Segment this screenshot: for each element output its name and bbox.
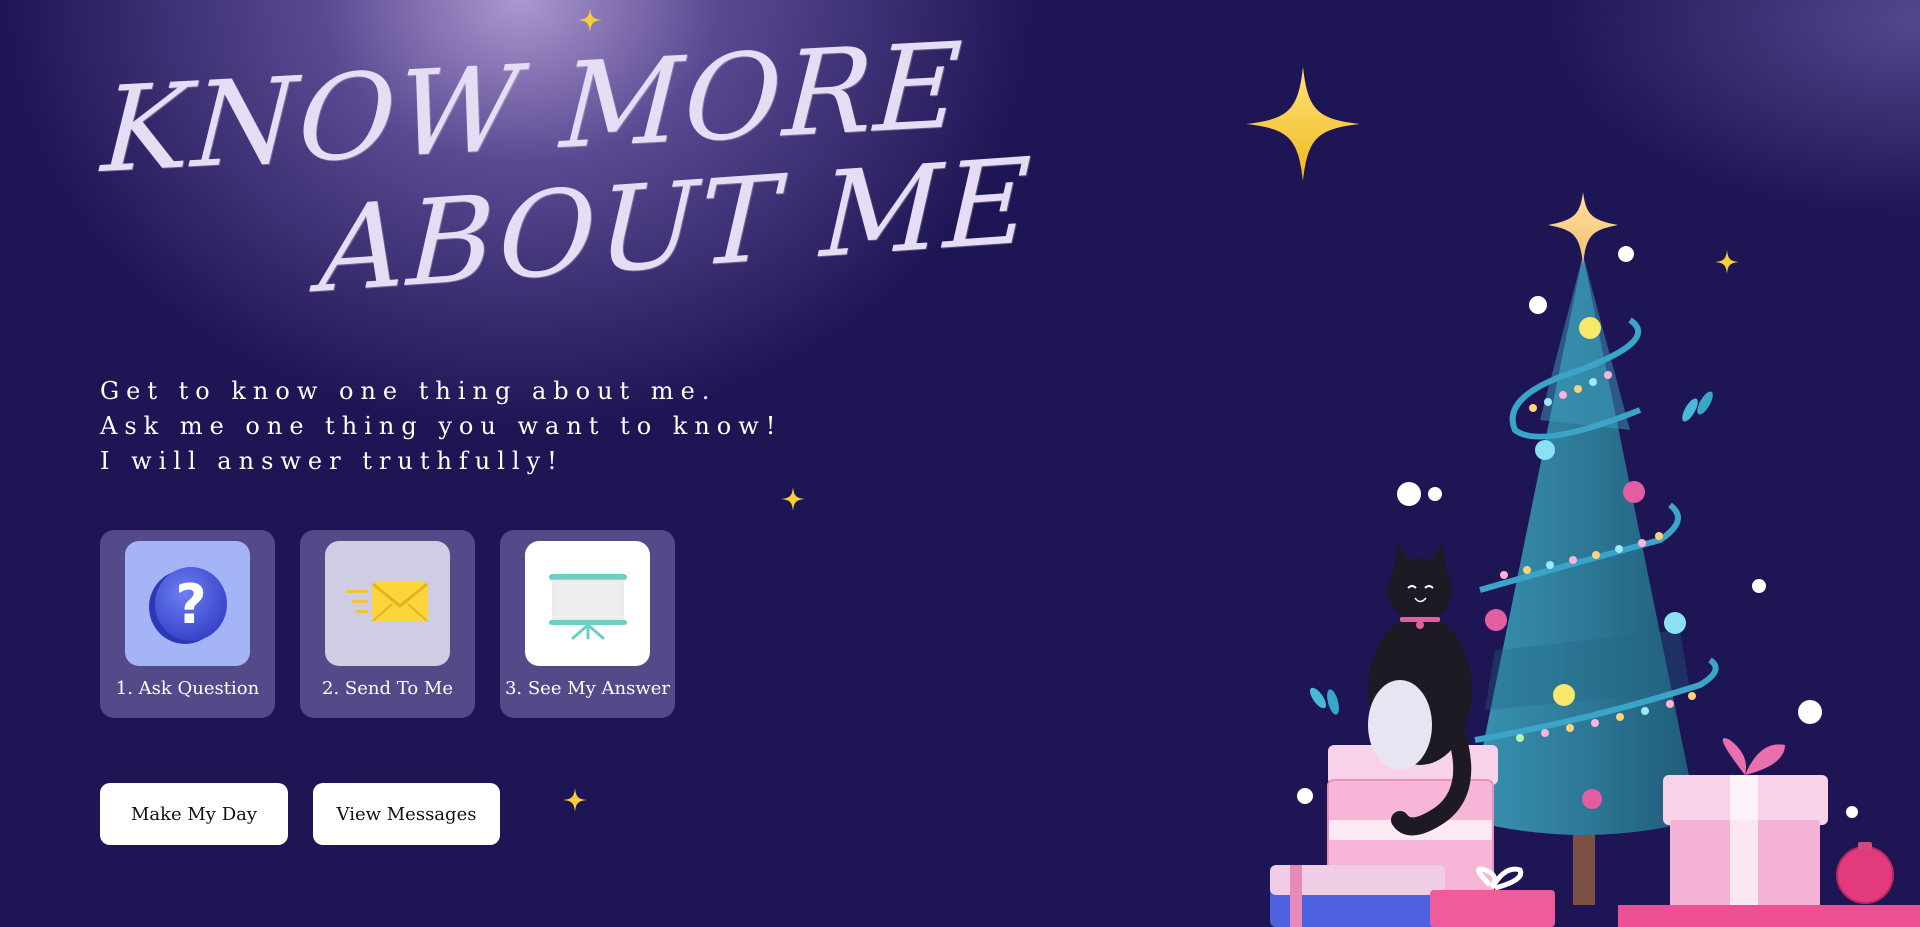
intro-line: Ask me one thing you want to know! xyxy=(100,412,783,440)
svg-text:?: ? xyxy=(175,573,206,636)
step-label: 1. Ask Question xyxy=(115,678,260,699)
step-send-to-me[interactable]: 2. Send To Me xyxy=(300,530,475,718)
step-see-my-answer[interactable]: 3. See My Answer xyxy=(500,530,675,718)
intro-line: Get to know one thing about me. xyxy=(100,377,717,405)
envelope-icon xyxy=(325,541,450,666)
sparkle-icon xyxy=(578,8,602,32)
steps-row: ? 1. Ask Question 2. Send To Me 3. See M… xyxy=(100,530,675,718)
sparkle-icon xyxy=(781,487,805,511)
sparkle-icon xyxy=(563,788,587,812)
big-star-icon xyxy=(1246,67,1360,181)
question-mark-icon: ? xyxy=(125,541,250,666)
presentation-board-icon xyxy=(525,541,650,666)
page: KNOW MORE ABOUT ME Get to know one thing… xyxy=(0,0,1920,927)
view-messages-button[interactable]: View Messages xyxy=(313,783,500,845)
hero-title: KNOW MORE ABOUT ME xyxy=(83,16,1048,319)
intro-line: I will answer truthfully! xyxy=(100,447,564,475)
step-label: 2. Send To Me xyxy=(322,678,453,699)
step-label: 3. See My Answer xyxy=(504,678,671,699)
christmas-tree-illustration xyxy=(1270,192,1920,927)
intro-text: Get to know one thing about me. Ask me o… xyxy=(100,374,782,479)
step-ask-question[interactable]: ? 1. Ask Question xyxy=(100,530,275,718)
make-my-day-button[interactable]: Make My Day xyxy=(100,783,288,845)
